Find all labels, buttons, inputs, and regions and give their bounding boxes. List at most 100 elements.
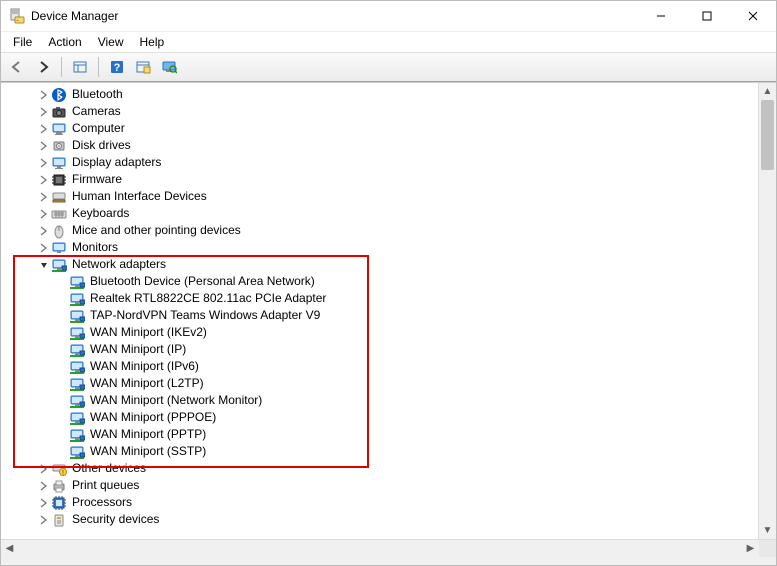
tree-row[interactable]: Realtek RTL8822CE 802.11ac PCIe Adapter bbox=[1, 290, 758, 307]
expander-icon bbox=[55, 411, 69, 425]
forward-button[interactable] bbox=[31, 55, 55, 79]
tree-item-label: WAN Miniport (L2TP) bbox=[89, 375, 204, 392]
network-icon bbox=[69, 410, 85, 426]
tree-row[interactable]: WAN Miniport (SSTP) bbox=[1, 443, 758, 460]
tree-row[interactable]: Processors bbox=[1, 494, 758, 511]
network-icon bbox=[69, 291, 85, 307]
horizontal-scrollbar[interactable]: ◀ ▶ bbox=[1, 539, 776, 557]
tree-row[interactable]: Security devices bbox=[1, 511, 758, 528]
expander-icon[interactable] bbox=[37, 513, 51, 527]
expander-icon[interactable] bbox=[37, 224, 51, 238]
hid-icon bbox=[51, 189, 67, 205]
expander-icon bbox=[55, 445, 69, 459]
tree-item-label: Display adapters bbox=[71, 154, 161, 171]
help-button[interactable]: ? bbox=[105, 55, 129, 79]
expander-icon bbox=[55, 394, 69, 408]
svg-text:?: ? bbox=[114, 62, 121, 74]
network-icon bbox=[69, 444, 85, 460]
security-icon bbox=[51, 512, 67, 528]
tree-row[interactable]: WAN Miniport (IP) bbox=[1, 341, 758, 358]
keyboard-icon bbox=[51, 206, 67, 222]
tree-row[interactable]: Bluetooth bbox=[1, 86, 758, 103]
expander-icon bbox=[55, 309, 69, 323]
minimize-button[interactable] bbox=[638, 1, 684, 31]
network-icon bbox=[69, 427, 85, 443]
expander-icon[interactable] bbox=[37, 156, 51, 170]
tree-row[interactable]: Network adapters bbox=[1, 256, 758, 273]
properties-button[interactable] bbox=[131, 55, 155, 79]
scroll-right-arrow[interactable]: ▶ bbox=[742, 540, 759, 557]
expander-icon[interactable] bbox=[37, 190, 51, 204]
menu-action[interactable]: Action bbox=[40, 34, 89, 50]
scan-hardware-button[interactable] bbox=[157, 55, 181, 79]
expander-icon[interactable] bbox=[37, 496, 51, 510]
close-button[interactable] bbox=[730, 1, 776, 31]
vertical-scrollbar[interactable]: ▲ ▼ bbox=[758, 83, 776, 539]
expander-icon[interactable] bbox=[37, 122, 51, 136]
menu-help[interactable]: Help bbox=[132, 34, 173, 50]
tree-item-label: Other devices bbox=[71, 460, 146, 477]
network-icon bbox=[69, 393, 85, 409]
tree-row[interactable]: WAN Miniport (Network Monitor) bbox=[1, 392, 758, 409]
expander-icon[interactable] bbox=[37, 105, 51, 119]
mouse-icon bbox=[51, 223, 67, 239]
tree-item-label: Bluetooth Device (Personal Area Network) bbox=[89, 273, 315, 290]
tree-row[interactable]: WAN Miniport (L2TP) bbox=[1, 375, 758, 392]
tree-row[interactable]: Human Interface Devices bbox=[1, 188, 758, 205]
tree-row[interactable]: Computer bbox=[1, 120, 758, 137]
expander-icon bbox=[55, 343, 69, 357]
tree-row[interactable]: Other devices bbox=[1, 460, 758, 477]
tree-row[interactable]: Firmware bbox=[1, 171, 758, 188]
tree-row[interactable]: Display adapters bbox=[1, 154, 758, 171]
expander-icon[interactable] bbox=[37, 88, 51, 102]
network-icon bbox=[69, 342, 85, 358]
tree-row[interactable]: Keyboards bbox=[1, 205, 758, 222]
expander-icon[interactable] bbox=[37, 173, 51, 187]
tree-row[interactable]: Mice and other pointing devices bbox=[1, 222, 758, 239]
tree-item-label: Network adapters bbox=[71, 256, 166, 273]
tree-item-label: WAN Miniport (IKEv2) bbox=[89, 324, 207, 341]
menubar: File Action View Help bbox=[1, 32, 776, 52]
scroll-down-arrow[interactable]: ▼ bbox=[759, 522, 776, 539]
scroll-up-arrow[interactable]: ▲ bbox=[759, 83, 776, 100]
tree-row[interactable]: WAN Miniport (PPPOE) bbox=[1, 409, 758, 426]
tree-item-label: Processors bbox=[71, 494, 132, 511]
processor-icon bbox=[51, 495, 67, 511]
tree-item-label: Disk drives bbox=[71, 137, 131, 154]
expander-icon[interactable] bbox=[37, 479, 51, 493]
hscroll-track[interactable] bbox=[18, 540, 742, 557]
statusbar bbox=[1, 557, 776, 565]
tree-row[interactable]: Bluetooth Device (Personal Area Network) bbox=[1, 273, 758, 290]
expander-icon[interactable] bbox=[37, 462, 51, 476]
tree-row[interactable]: TAP-NordVPN Teams Windows Adapter V9 bbox=[1, 307, 758, 324]
tree-row[interactable]: Monitors bbox=[1, 239, 758, 256]
back-button[interactable] bbox=[5, 55, 29, 79]
network-icon bbox=[51, 257, 67, 273]
printer-icon bbox=[51, 478, 67, 494]
maximize-button[interactable] bbox=[684, 1, 730, 31]
other-icon bbox=[51, 461, 67, 477]
scroll-left-arrow[interactable]: ◀ bbox=[1, 540, 18, 557]
menu-view[interactable]: View bbox=[90, 34, 132, 50]
menu-file[interactable]: File bbox=[5, 34, 40, 50]
toolbar-separator bbox=[98, 57, 99, 77]
computer-icon bbox=[51, 121, 67, 137]
device-tree[interactable]: BluetoothCamerasComputerDisk drivesDispl… bbox=[1, 83, 758, 539]
tree-row[interactable]: WAN Miniport (IKEv2) bbox=[1, 324, 758, 341]
tree-row[interactable]: Cameras bbox=[1, 103, 758, 120]
tree-row[interactable]: WAN Miniport (PPTP) bbox=[1, 426, 758, 443]
tree-row[interactable]: Print queues bbox=[1, 477, 758, 494]
titlebar: Device Manager bbox=[1, 1, 776, 32]
network-icon bbox=[69, 308, 85, 324]
tree-item-label: WAN Miniport (PPTP) bbox=[89, 426, 206, 443]
expander-icon[interactable] bbox=[37, 258, 51, 272]
tree-row[interactable]: WAN Miniport (IPv6) bbox=[1, 358, 758, 375]
show-hidden-button[interactable] bbox=[68, 55, 92, 79]
expander-icon[interactable] bbox=[37, 241, 51, 255]
scroll-thumb[interactable] bbox=[761, 100, 774, 170]
expander-icon[interactable] bbox=[37, 139, 51, 153]
expander-icon bbox=[55, 377, 69, 391]
tree-row[interactable]: Disk drives bbox=[1, 137, 758, 154]
scroll-track[interactable] bbox=[759, 100, 776, 522]
expander-icon[interactable] bbox=[37, 207, 51, 221]
